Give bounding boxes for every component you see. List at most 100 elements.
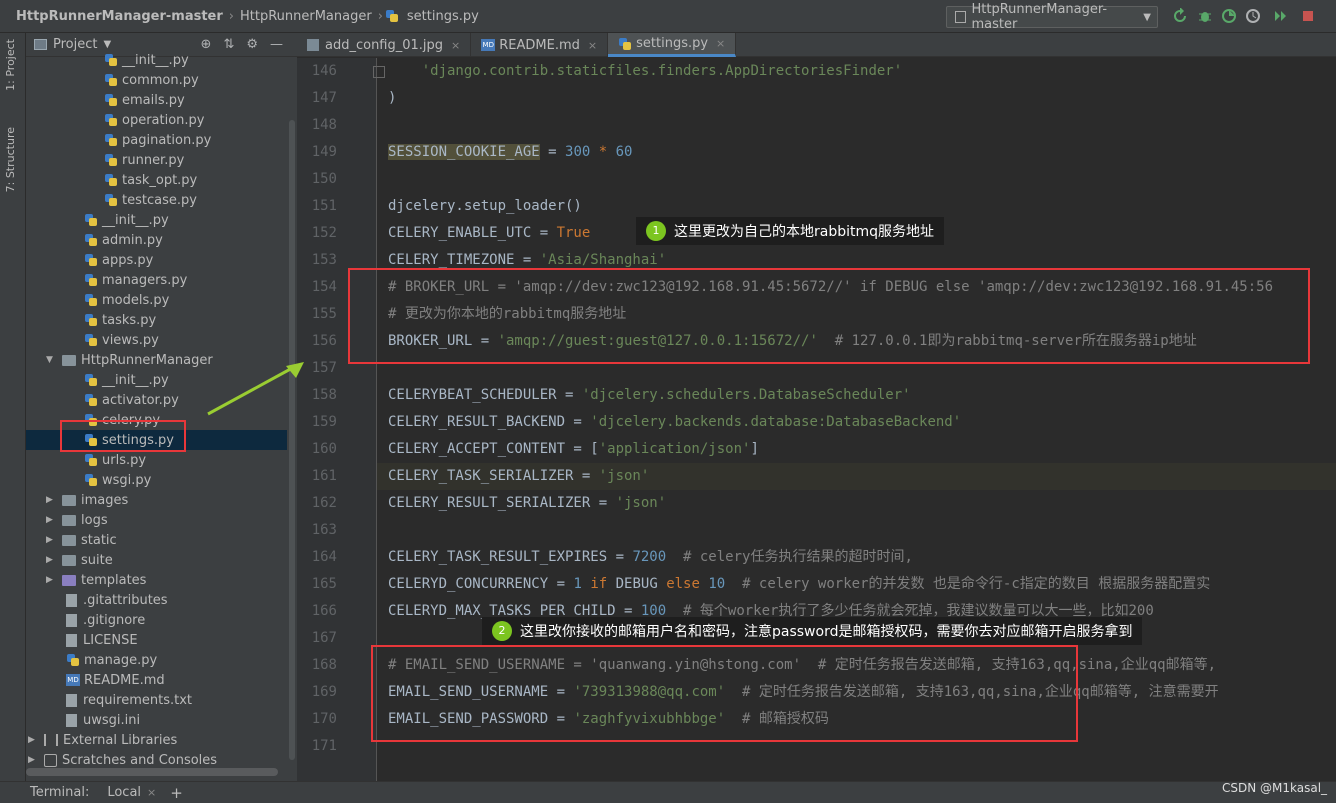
code-line[interactable]: CELERYBEAT_SCHEDULER = 'djcelery.schedul…: [388, 382, 911, 409]
python-file-icon: [66, 653, 80, 667]
code-line[interactable]: CELERY_ACCEPT_CONTENT = ['application/js…: [388, 436, 759, 463]
tree-item[interactable]: ▶ templates: [26, 570, 287, 590]
close-icon[interactable]: ×: [716, 37, 725, 50]
editor-tab-label: README.md: [499, 37, 580, 53]
line-number: 153: [311, 252, 337, 268]
tree-item[interactable]: wsgi.py: [26, 470, 287, 490]
rerun-icon[interactable]: [1172, 8, 1188, 24]
tree-item[interactable]: __init__.py: [26, 210, 287, 230]
tree-item-label: runner.py: [122, 152, 185, 168]
markdown-icon: MD: [481, 39, 496, 51]
fold-marker-icon[interactable]: [373, 66, 385, 78]
tree-item[interactable]: ▶ External Libraries: [26, 730, 287, 750]
breadcrumb: HttpRunnerManager-master › HttpRunnerMan…: [0, 0, 483, 33]
tree-item[interactable]: common.py: [26, 70, 287, 90]
tree-item[interactable]: uwsgi.ini: [26, 710, 287, 730]
tree-item[interactable]: runner.py: [26, 150, 287, 170]
tree-item[interactable]: views.py: [26, 330, 287, 350]
breadcrumb-separator: ›: [228, 8, 234, 24]
python-file-icon: [84, 213, 98, 227]
run-configuration-dropdown[interactable]: HttpRunnerManager-master ▼: [946, 2, 1158, 32]
line-number: 149: [311, 144, 337, 160]
stop-icon[interactable]: [1300, 8, 1316, 24]
terminal-tab-local[interactable]: Local: [107, 785, 141, 800]
code-line[interactable]: CELERY_RESULT_BACKEND = 'djcelery.backen…: [388, 409, 961, 436]
python-file-icon: [84, 313, 98, 327]
tree-item[interactable]: apps.py: [26, 250, 287, 270]
tree-item[interactable]: .gitattributes: [26, 590, 287, 610]
editor-tab[interactable]: add_config_01.jpg ×: [297, 33, 472, 57]
tree-item[interactable]: task_opt.py: [26, 170, 287, 190]
tree-item[interactable]: LICENSE: [26, 630, 287, 650]
project-scrollbar[interactable]: [289, 120, 295, 760]
structure-tool-tab[interactable]: 7: Structure: [4, 127, 17, 192]
tree-item[interactable]: tasks.py: [26, 310, 287, 330]
breadcrumb-file[interactable]: settings.py: [403, 9, 483, 24]
tree-item[interactable]: ▶ Scratches and Consoles: [26, 750, 287, 770]
tree-item[interactable]: .gitignore: [26, 610, 287, 630]
code-line[interactable]: CELERY_ENABLE_UTC = True: [388, 220, 590, 247]
python-file-icon: [84, 333, 98, 347]
close-icon[interactable]: ×: [588, 39, 597, 52]
line-number: 167: [311, 630, 337, 646]
terminal-label[interactable]: Terminal:: [30, 785, 89, 800]
line-number: 165: [311, 576, 337, 592]
chevron-right-icon[interactable]: ▶: [28, 755, 38, 765]
code-line[interactable]: djcelery.setup_loader(): [388, 193, 582, 220]
code-line[interactable]: CELERYD_CONCURRENCY = 1 if DEBUG else 10…: [388, 571, 1210, 598]
editor-tab[interactable]: MD README.md ×: [471, 33, 609, 57]
line-number: 161: [311, 468, 337, 484]
editor-tab[interactable]: settings.py ×: [608, 33, 737, 57]
close-icon[interactable]: ×: [147, 786, 156, 799]
tree-item[interactable]: __init__.py: [26, 50, 287, 70]
coverage-icon[interactable]: [1221, 8, 1237, 24]
add-icon[interactable]: +: [170, 784, 183, 802]
python-file-icon: [84, 273, 98, 287]
breadcrumb-project[interactable]: HttpRunnerManager-master: [12, 9, 227, 24]
debug-icon[interactable]: [1197, 8, 1213, 24]
line-number: 148: [311, 117, 337, 133]
chevron-down-icon[interactable]: ▼: [103, 39, 111, 50]
chevron-right-icon[interactable]: ▶: [46, 555, 56, 565]
tree-item[interactable]: managers.py: [26, 270, 287, 290]
tree-item[interactable]: urls.py: [26, 450, 287, 470]
tree-item[interactable]: testcase.py: [26, 190, 287, 210]
tree-item-label: manage.py: [84, 652, 158, 668]
tree-item[interactable]: manage.py: [26, 650, 287, 670]
line-number: 150: [311, 171, 337, 187]
tree-item-label: emails.py: [122, 92, 185, 108]
tree-item[interactable]: pagination.py: [26, 130, 287, 150]
tree-item[interactable]: admin.py: [26, 230, 287, 250]
tree-item[interactable]: operation.py: [26, 110, 287, 130]
code-line[interactable]: 'django.contrib.staticfiles.finders.AppD…: [388, 58, 902, 85]
tree-item[interactable]: ▶ logs: [26, 510, 287, 530]
close-icon[interactable]: ×: [451, 39, 460, 52]
rerun-failed-icon[interactable]: [1272, 8, 1288, 24]
tree-item[interactable]: emails.py: [26, 90, 287, 110]
tree-item[interactable]: ▶ images: [26, 490, 287, 510]
chevron-down-icon[interactable]: ▼: [46, 355, 56, 365]
tree-item-label: activator.py: [102, 392, 179, 408]
line-number: 156: [311, 333, 337, 349]
line-number: 146: [311, 63, 337, 79]
project-tool-tab[interactable]: 1: Project: [4, 39, 17, 91]
chevron-right-icon[interactable]: ▶: [46, 535, 56, 545]
tree-item[interactable]: requirements.txt: [26, 690, 287, 710]
tree-item[interactable]: models.py: [26, 290, 287, 310]
chevron-right-icon[interactable]: ▶: [46, 575, 56, 585]
tree-item[interactable]: ▶ static: [26, 530, 287, 550]
breadcrumb-package[interactable]: HttpRunnerManager: [236, 9, 376, 24]
tree-item-label: suite: [81, 552, 113, 568]
code-line[interactable]: SESSION_COOKIE_AGE = 300 * 60: [388, 139, 632, 166]
chevron-right-icon[interactable]: ▶: [46, 495, 56, 505]
tree-item[interactable]: ▶ suite: [26, 550, 287, 570]
code-line[interactable]: ): [388, 85, 396, 112]
chevron-right-icon[interactable]: ▶: [46, 515, 56, 525]
project-horizontal-scrollbar[interactable]: [26, 768, 278, 776]
code-line[interactable]: CELERY_TASK_SERIALIZER = 'json': [388, 463, 649, 490]
chevron-right-icon[interactable]: ▶: [28, 735, 38, 745]
profile-icon[interactable]: [1245, 8, 1261, 24]
code-line[interactable]: CELERY_RESULT_SERIALIZER = 'json': [388, 490, 666, 517]
tree-item[interactable]: MD README.md: [26, 670, 287, 690]
code-line[interactable]: CELERY_TASK_RESULT_EXPIRES = 7200 # cele…: [388, 544, 913, 571]
